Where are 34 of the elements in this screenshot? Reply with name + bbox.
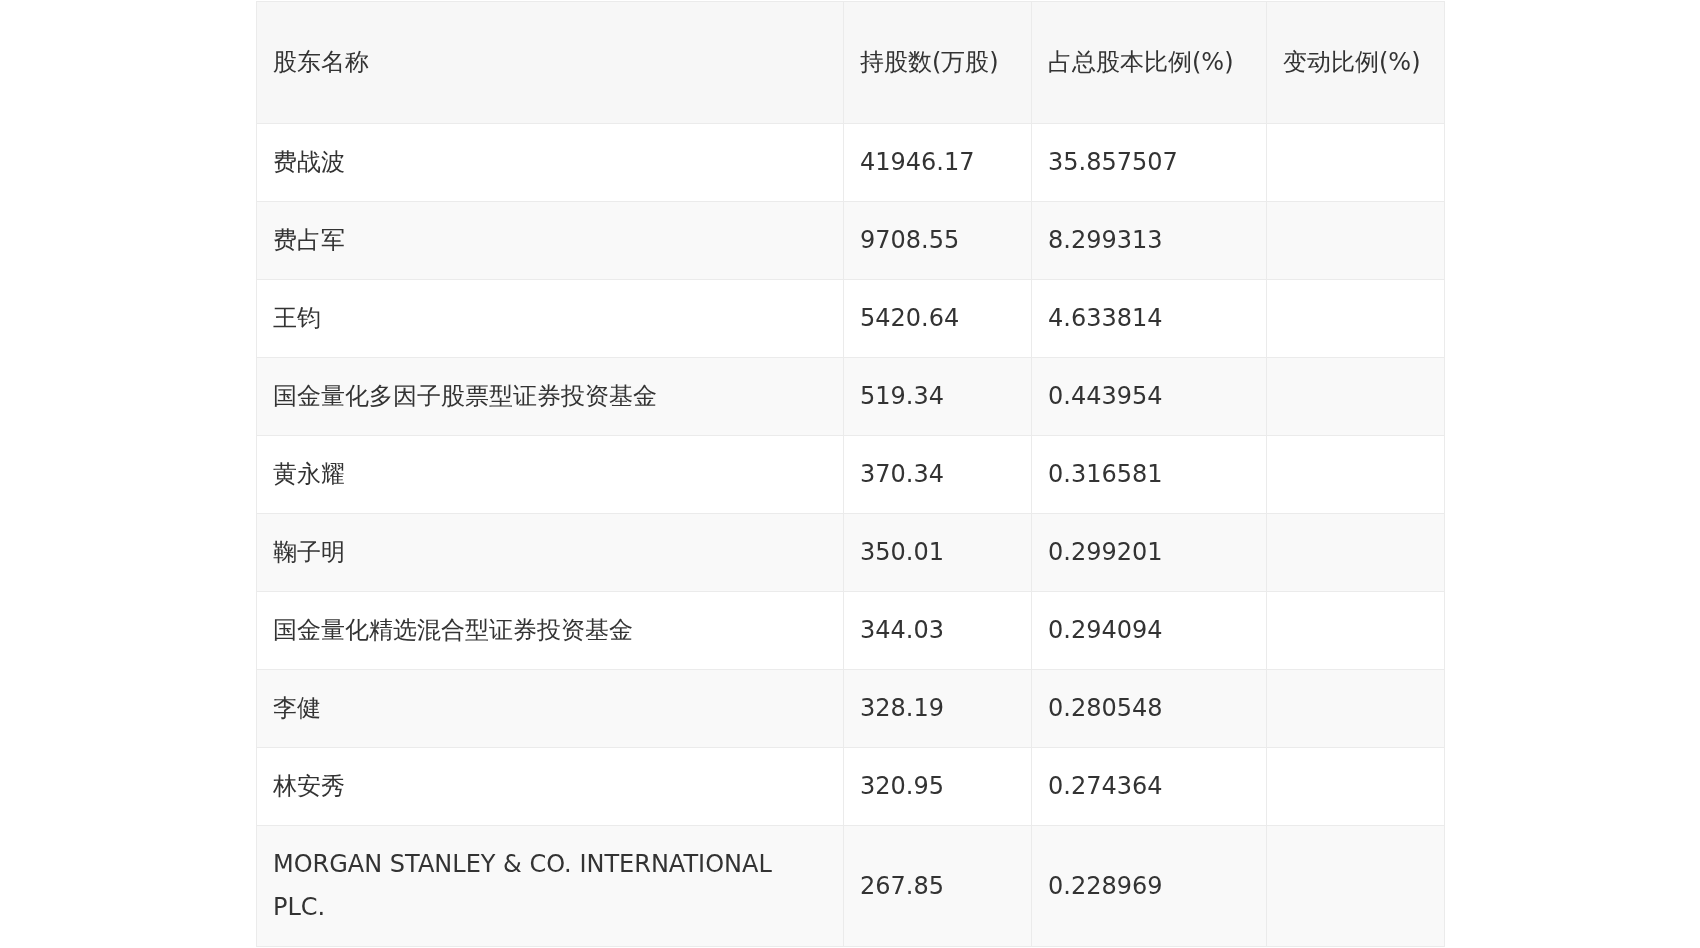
table-cell: 35.857507 (1031, 123, 1267, 202)
table-cell: 0.443954 (1031, 357, 1267, 436)
table-cell: 320.95 (843, 747, 1032, 826)
column-header: 变动比例(%) (1266, 1, 1445, 124)
table-cell: 9708.55 (843, 201, 1032, 280)
table-cell: MORGAN STANLEY & CO. INTERNATIONAL PLC. (256, 825, 844, 947)
table-cell: 370.34 (843, 435, 1032, 514)
table-cell: 0.316581 (1031, 435, 1267, 514)
column-header: 股东名称 (256, 1, 844, 124)
table-cell: 350.01 (843, 513, 1032, 592)
table-cell: 费战波 (256, 123, 844, 202)
table-cell: 0.294094 (1031, 591, 1267, 670)
table-cell: 黄永耀 (256, 435, 844, 514)
table-cell: 4.633814 (1031, 279, 1267, 358)
column-header: 占总股本比例(%) (1031, 1, 1267, 124)
table-cell: 李健 (256, 669, 844, 748)
table-cell: 519.34 (843, 357, 1032, 436)
table-cell: 328.19 (843, 669, 1032, 748)
table-cell: 8.299313 (1031, 201, 1267, 280)
table-cell: 国金量化精选混合型证券投资基金 (256, 591, 844, 670)
table-cell: 267.85 (843, 825, 1032, 947)
table-cell: 王钧 (256, 279, 844, 358)
table-cell: 费占军 (256, 201, 844, 280)
table-cell: 0.280548 (1031, 669, 1267, 748)
table-cell: 0.274364 (1031, 747, 1267, 826)
table-cell: 0.299201 (1031, 513, 1267, 592)
table-cell: 林安秀 (256, 747, 844, 826)
table-cell: 0.228969 (1031, 825, 1267, 947)
table-cell: 5420.64 (843, 279, 1032, 358)
table-cell: 鞠子明 (256, 513, 844, 592)
column-header: 持股数(万股) (843, 1, 1032, 124)
table-cell: 344.03 (843, 591, 1032, 670)
table-cell: 41946.17 (843, 123, 1032, 202)
table-cell: 国金量化多因子股票型证券投资基金 (256, 357, 844, 436)
